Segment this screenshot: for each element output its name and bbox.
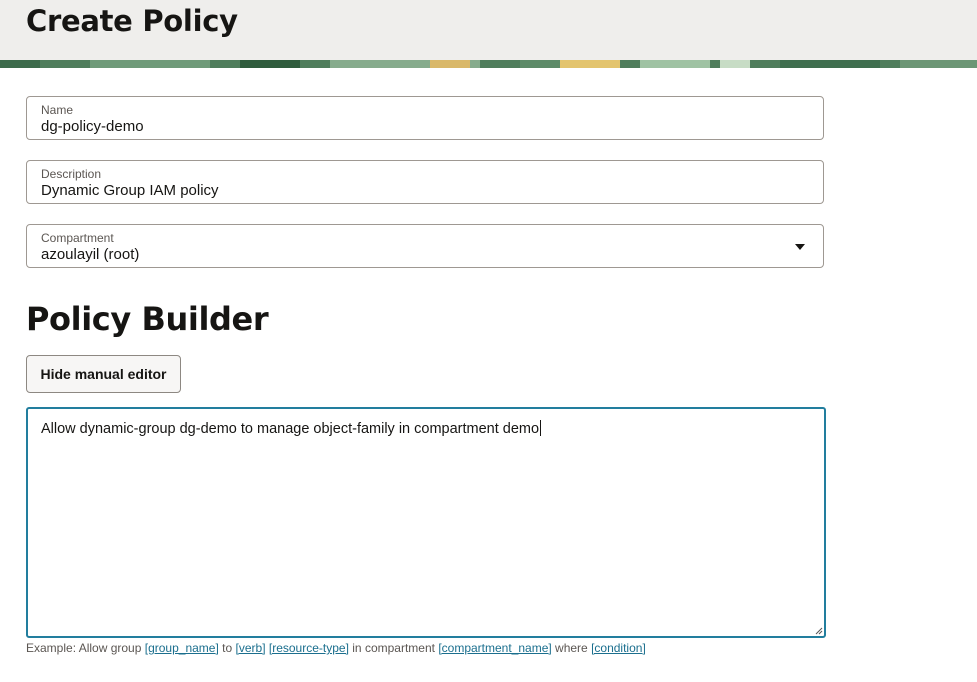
resize-handle-icon[interactable] <box>815 627 823 635</box>
hint-to: to <box>222 641 233 655</box>
hint-where: where <box>555 641 588 655</box>
hint-prefix: Example: Allow group <box>26 641 142 655</box>
name-label: Name <box>41 103 74 117</box>
page-title: Create Policy <box>26 4 238 38</box>
hint-in-compartment: in compartment <box>352 641 435 655</box>
group-name-link[interactable]: [group_name] <box>145 641 219 655</box>
policy-statement-text[interactable]: Allow dynamic-group dg-demo to manage ob… <box>41 420 542 437</box>
condition-link[interactable]: [condition] <box>591 641 646 655</box>
banner-pattern-image <box>0 60 977 68</box>
name-input[interactable]: dg-policy-demo <box>41 118 144 135</box>
policy-builder-title: Policy Builder <box>26 300 269 338</box>
description-input[interactable]: Dynamic Group IAM policy <box>41 182 219 199</box>
resource-type-link[interactable]: [resource-type] <box>269 641 349 655</box>
description-field[interactable]: Description Dynamic Group IAM policy <box>26 160 824 204</box>
policy-statement-value: Allow dynamic-group dg-demo to manage ob… <box>41 421 540 437</box>
name-field[interactable]: Name dg-policy-demo <box>26 96 824 140</box>
page-header: Create Policy <box>0 0 977 60</box>
verb-link[interactable]: [verb] <box>236 641 266 655</box>
chevron-down-icon[interactable] <box>795 244 805 250</box>
decorative-banner <box>0 60 977 68</box>
hide-manual-editor-button[interactable]: Hide manual editor <box>26 355 181 393</box>
compartment-label: Compartment <box>41 231 114 245</box>
compartment-value[interactable]: azoulayil (root) <box>41 246 139 263</box>
description-label: Description <box>41 167 102 181</box>
compartment-name-link[interactable]: [compartment_name] <box>438 641 551 655</box>
compartment-select[interactable]: Compartment azoulayil (root) <box>26 224 824 268</box>
policy-example-hint: Example: Allow group [group_name] to [ve… <box>26 641 646 655</box>
text-cursor <box>540 420 542 436</box>
policy-statement-editor[interactable]: Allow dynamic-group dg-demo to manage ob… <box>26 407 826 638</box>
